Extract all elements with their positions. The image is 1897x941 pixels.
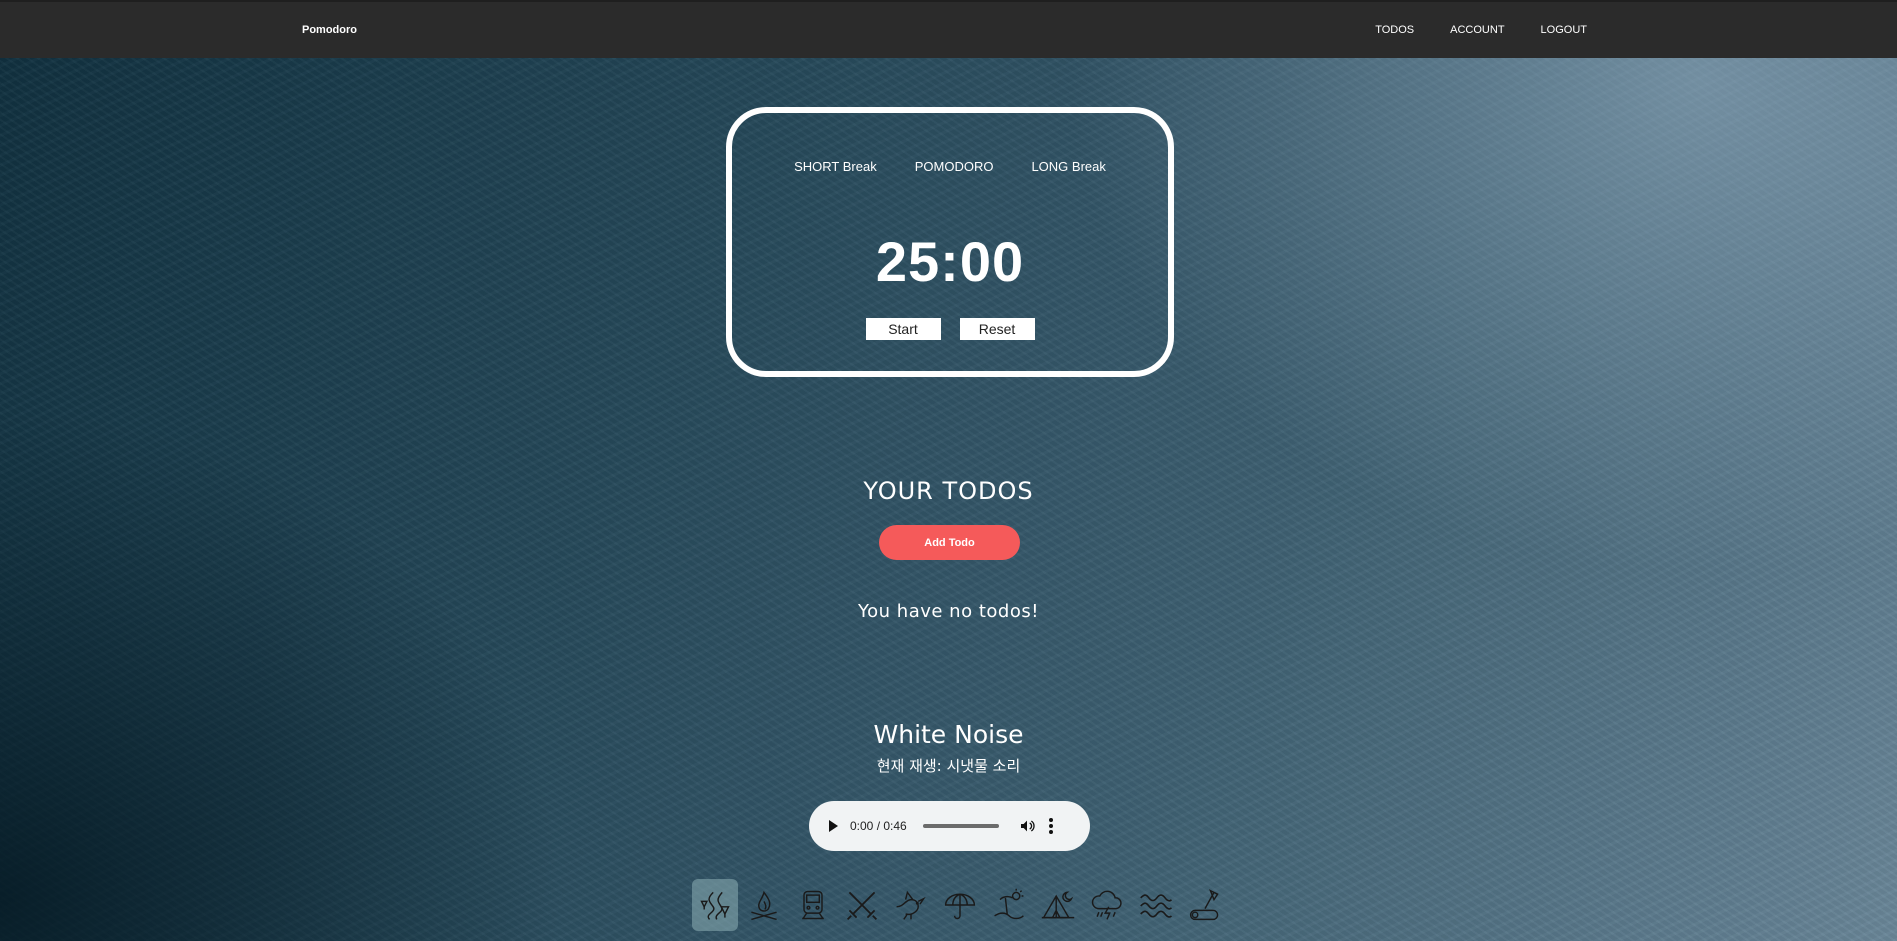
more-options-icon[interactable] xyxy=(1048,818,1053,834)
sound-stream[interactable] xyxy=(692,879,738,931)
bird-icon xyxy=(896,890,926,920)
play-icon[interactable] xyxy=(829,820,838,832)
camping-icon xyxy=(1041,891,1075,919)
navbar: Pomodoro TODOS ACCOUNT LOGOUT xyxy=(0,0,1897,58)
mode-pomodoro[interactable]: POMODORO xyxy=(915,159,994,174)
timer-display: 25:00 xyxy=(875,230,1025,293)
thunderstorm-icon xyxy=(1091,890,1122,920)
beach-icon xyxy=(994,888,1024,920)
todos-heading: YOUR TODOS xyxy=(863,477,1034,505)
train-icon xyxy=(802,890,824,920)
umbrella-icon xyxy=(944,893,976,920)
audio-seek-bar[interactable] xyxy=(922,824,999,828)
now-playing-label: 현재 재생: 시냇물 소리 xyxy=(876,757,1021,775)
waves-icon xyxy=(1140,894,1173,918)
sound-train[interactable] xyxy=(790,879,836,931)
add-todo-button[interactable]: Add Todo xyxy=(879,525,1020,560)
timer-mode-tabs: SHORT Break POMODORO LONG Break xyxy=(732,159,1168,174)
timer-card: SHORT Break POMODORO LONG Break 25:00 St… xyxy=(726,107,1174,377)
sound-beach[interactable] xyxy=(986,879,1032,931)
sound-camping[interactable] xyxy=(1035,879,1081,931)
sound-waves[interactable] xyxy=(1133,879,1179,931)
sound-rain[interactable] xyxy=(937,879,983,931)
mode-short-break[interactable]: SHORT Break xyxy=(794,159,877,174)
campfire-icon xyxy=(751,890,777,921)
empty-todos-message: You have no todos! xyxy=(858,601,1039,622)
brand-logo[interactable]: Pomodoro xyxy=(302,24,357,36)
nav-links: TODOS ACCOUNT LOGOUT xyxy=(1375,24,1587,36)
timer-controls: Start Reset xyxy=(732,318,1168,340)
sound-wood-chopping[interactable] xyxy=(1182,879,1228,931)
start-button[interactable]: Start xyxy=(865,318,941,340)
nav-link-logout[interactable]: LOGOUT xyxy=(1541,24,1587,36)
white-noise-heading: White Noise xyxy=(873,720,1024,749)
reset-button[interactable]: Reset xyxy=(959,318,1035,340)
sound-bird[interactable] xyxy=(888,879,934,931)
nav-link-account[interactable]: ACCOUNT xyxy=(1450,24,1504,36)
nav-link-todos[interactable]: TODOS xyxy=(1375,24,1414,36)
audio-player: 0:00 / 0:46 xyxy=(809,801,1090,851)
mode-long-break[interactable]: LONG Break xyxy=(1031,159,1105,174)
sound-swords[interactable] xyxy=(839,879,885,931)
volume-icon[interactable] xyxy=(1019,818,1035,834)
swords-icon xyxy=(846,891,878,921)
sound-campfire[interactable] xyxy=(741,879,787,931)
stream-icon xyxy=(700,891,730,920)
wood-chopping-icon xyxy=(1189,889,1219,921)
sound-thunderstorm[interactable] xyxy=(1084,879,1130,931)
sound-selector xyxy=(692,879,1228,931)
audio-time: 0:00 / 0:46 xyxy=(850,819,907,833)
